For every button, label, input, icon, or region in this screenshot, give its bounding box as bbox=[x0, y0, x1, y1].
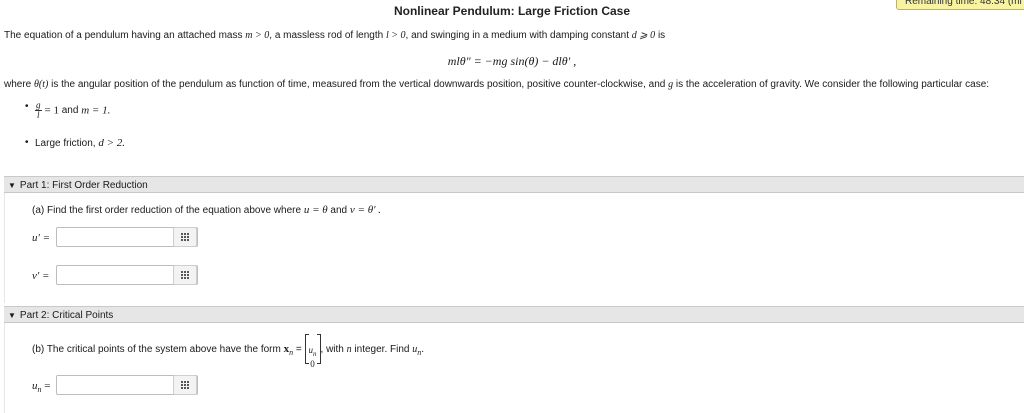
page-title: Nonlinear Pendulum: Large Friction Case bbox=[393, 4, 631, 18]
intro-text-a: The equation of a pendulum having an att… bbox=[4, 30, 246, 41]
g-over-l-fraction: g l bbox=[35, 101, 42, 120]
intro-text-b: , a massless rod of length bbox=[269, 30, 386, 41]
part1-header[interactable]: ▼ Part 1: First Order Reduction bbox=[4, 176, 1024, 193]
triangle-down-icon[interactable]: ▼ bbox=[8, 181, 16, 190]
u-prime-label: u′ = bbox=[32, 232, 51, 244]
mass-condition: m > 0 bbox=[245, 30, 270, 41]
fraction-denominator: l bbox=[36, 110, 40, 120]
intro-text-c: , and swinging in a medium with damping … bbox=[405, 30, 632, 41]
theta-symbol: θ(t) bbox=[34, 79, 49, 90]
friction-text: Large friction, bbox=[35, 138, 99, 149]
un-label: un = bbox=[32, 380, 50, 394]
un-label-equals: = bbox=[41, 380, 51, 392]
v-prime-label: v′ = bbox=[32, 270, 50, 282]
part2-question-text-a: (b) The critical points of the system ab… bbox=[32, 344, 284, 355]
defs-text-b: is the angular position of the pendulum … bbox=[48, 79, 669, 90]
v-definition: v = θ′ . bbox=[349, 204, 382, 216]
equals-sign: = bbox=[293, 344, 305, 355]
defs-text-a: where bbox=[4, 79, 35, 90]
definitions-text: where θ(t) is the angular position of th… bbox=[4, 79, 989, 90]
part1-question: (a) Find the first order reduction of th… bbox=[32, 204, 381, 216]
u-definition: u = θ bbox=[303, 204, 328, 216]
part1-and-text: and bbox=[327, 205, 350, 216]
mass-value: m = 1. bbox=[81, 104, 111, 117]
problem-intro: The equation of a pendulum having an att… bbox=[4, 30, 665, 41]
matrix-button-un[interactable] bbox=[173, 375, 197, 395]
friction-condition: d > 2. bbox=[98, 137, 126, 149]
damping-condition: d ⩾ 0 bbox=[631, 30, 656, 41]
part2-question-text-b: , with bbox=[320, 344, 347, 355]
case-bullet-ratio: g l = 1 and m = 1. bbox=[25, 101, 111, 120]
part2-title: Part 2: Critical Points bbox=[19, 310, 114, 321]
part2-question-text-c: integer. Find bbox=[351, 344, 413, 355]
part2-question: (b) The critical points of the system ab… bbox=[32, 334, 425, 369]
length-condition: l > 0 bbox=[386, 30, 406, 41]
matrix-grid-icon bbox=[181, 233, 189, 241]
part2-header[interactable]: ▼ Part 2: Critical Points bbox=[4, 306, 1024, 323]
part2-period: . bbox=[421, 344, 425, 355]
matrix-button-u-prime[interactable] bbox=[173, 227, 197, 247]
matrix-grid-icon bbox=[181, 381, 189, 389]
and-text: and bbox=[58, 105, 82, 116]
case-bullet-friction: Large friction, d > 2. bbox=[25, 137, 126, 149]
critical-point-vector: un 0 bbox=[304, 334, 321, 369]
part1-question-text: (a) Find the first order reduction of th… bbox=[32, 205, 304, 216]
vector-bottom: 0 bbox=[310, 359, 315, 370]
matrix-button-v-prime[interactable] bbox=[173, 265, 197, 285]
triangle-down-icon[interactable]: ▼ bbox=[8, 311, 16, 320]
matrix-grid-icon bbox=[181, 271, 189, 279]
ratio-value: = 1 bbox=[44, 104, 59, 117]
part1-title: Part 1: First Order Reduction bbox=[19, 180, 148, 191]
intro-text-d: is bbox=[655, 30, 666, 41]
pendulum-equation: mlθ″ = −mg sin(θ) − dlθ′ , bbox=[447, 54, 577, 68]
defs-text-c: is the acceleration of gravity. We consi… bbox=[673, 79, 990, 90]
